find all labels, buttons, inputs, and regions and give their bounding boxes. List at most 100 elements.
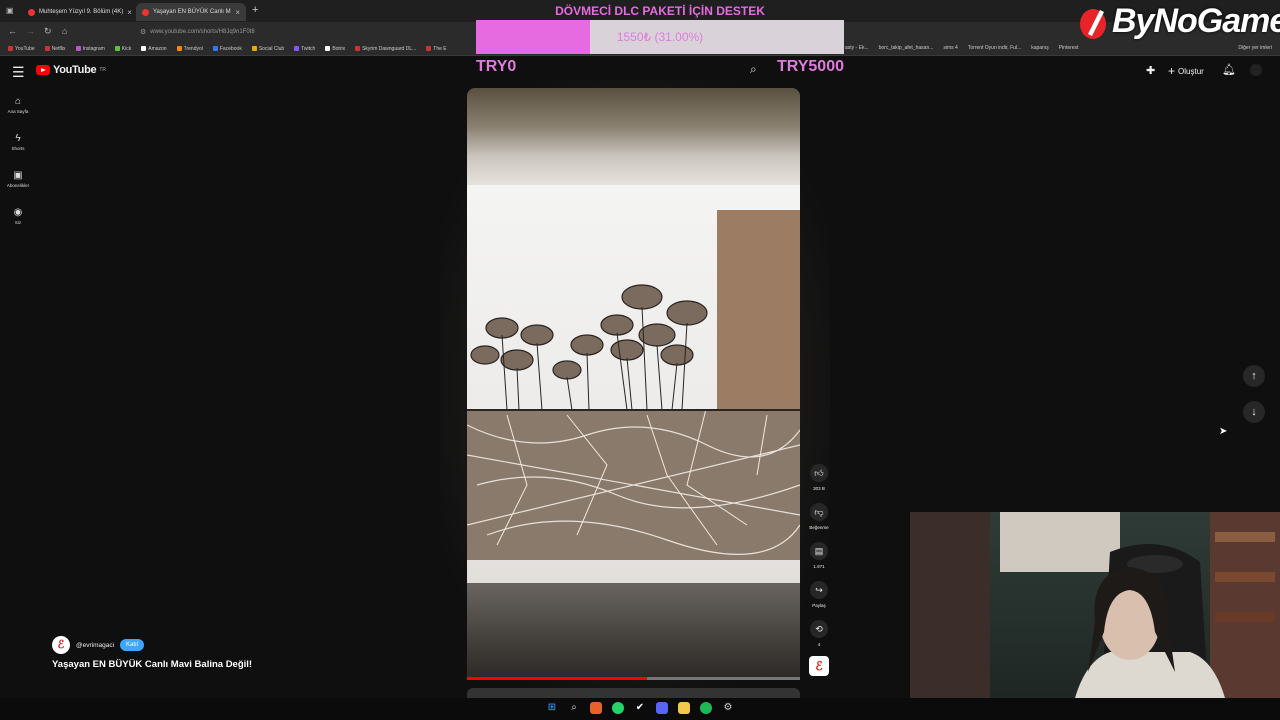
new-tab-icon[interactable]: + bbox=[252, 4, 258, 16]
close-icon[interactable]: × bbox=[127, 8, 132, 17]
sidebar-item-label: Ana Sayfa bbox=[7, 109, 29, 114]
bookmark-item[interactable]: Trendyol bbox=[176, 46, 203, 52]
youtube-logo[interactable]: YouTube TR bbox=[36, 64, 106, 76]
browser-tab-active[interactable]: Yaşayan EN BÜYÜK Canlı M × bbox=[136, 3, 246, 21]
remix-button[interactable]: ⟲ 4 bbox=[808, 620, 830, 647]
video-progress-remaining[interactable] bbox=[646, 677, 800, 680]
back-icon[interactable]: ← bbox=[8, 26, 17, 36]
spotify-icon[interactable] bbox=[700, 702, 712, 714]
menu-icon[interactable]: ☰ bbox=[12, 64, 25, 81]
account-avatar[interactable] bbox=[1250, 64, 1262, 76]
home-icon[interactable]: ⌂ bbox=[62, 26, 67, 36]
bookmark-item[interactable]: YouTube bbox=[8, 46, 35, 52]
sidebar-item-you[interactable]: ◉ Siz bbox=[4, 207, 32, 225]
brand-watermark: ByNoGame bbox=[1078, 2, 1280, 41]
sidebar-item-shorts[interactable]: ϟ Shorts bbox=[4, 133, 32, 151]
bookmark-item[interactable]: Botrix bbox=[325, 46, 345, 52]
bookmark-item[interactable]: sims 4 bbox=[943, 45, 957, 51]
comment-count: 1.971 bbox=[813, 564, 825, 569]
bookmark-item[interactable]: The E bbox=[426, 46, 447, 52]
youtube-favicon-icon bbox=[28, 8, 35, 16]
remix-icon: ⟲ bbox=[810, 620, 828, 638]
brand-logo-icon bbox=[1080, 8, 1106, 39]
forward-icon[interactable]: → bbox=[26, 26, 35, 36]
firefox-icon[interactable] bbox=[590, 702, 602, 714]
join-button[interactable]: Katıl bbox=[120, 639, 145, 651]
bookmark-icon bbox=[8, 46, 13, 51]
bookmark-item[interactable]: borc_takip_afet_hasan... bbox=[879, 45, 934, 51]
youtube-play-icon bbox=[36, 65, 50, 75]
channel-avatar[interactable]: ℰ bbox=[52, 636, 70, 654]
tab-title: Yaşayan EN BÜYÜK Canlı M bbox=[153, 9, 231, 15]
bookmark-icon bbox=[212, 46, 218, 51]
create-button[interactable]: + Oluştur bbox=[1168, 64, 1204, 78]
url-field[interactable]: ⚙ www.youtube.com/shorts/H8Jq9n1F0t8 bbox=[140, 25, 480, 39]
home-icon: ⌂ bbox=[14, 96, 22, 107]
youtube-logo-text: YouTube bbox=[53, 64, 97, 76]
reload-icon[interactable]: ↻ bbox=[44, 26, 52, 37]
whatsapp-icon[interactable] bbox=[612, 702, 624, 714]
comments-button[interactable]: ▤ 1.971 bbox=[808, 542, 830, 569]
video-frame-bottom bbox=[467, 583, 800, 680]
bookmark-item[interactable]: Facebook bbox=[212, 46, 242, 52]
share-icon: ↪ bbox=[810, 581, 828, 599]
close-icon[interactable]: × bbox=[235, 8, 240, 17]
bookmark-icon bbox=[75, 46, 81, 51]
bookmark-icon bbox=[251, 46, 257, 51]
search-icon[interactable]: ⌕ bbox=[568, 702, 580, 714]
settings-gear-icon[interactable]: ⚙ bbox=[722, 702, 734, 714]
short-title[interactable]: Yaşayan EN BÜYÜK Canlı Mavi Balina Değil… bbox=[52, 659, 252, 670]
shorts-video-player[interactable] bbox=[467, 88, 800, 680]
sidebar-item-label: Siz bbox=[14, 220, 22, 225]
bookmark-item[interactable]: kapanış bbox=[1031, 45, 1049, 51]
brand-text: ByNoGame bbox=[1112, 2, 1280, 40]
bookmark-item[interactable]: Kick bbox=[114, 46, 131, 52]
next-short-button[interactable]: ↓ bbox=[1243, 401, 1265, 423]
browser-tab[interactable]: Muhteşem Yüzyıl 9. Bölüm (4K) × bbox=[22, 3, 132, 21]
dislike-button[interactable]: 👎︎ Beğenme bbox=[808, 503, 830, 530]
sidebar-item-subscriptions[interactable]: ▣ Abonelikler bbox=[4, 170, 32, 188]
donation-goal-title: DÖVMECİ DLC PAKETİ İÇİN DESTEK bbox=[555, 4, 765, 18]
search-icon[interactable]: ⌕ bbox=[750, 62, 757, 77]
bookmark-item[interactable]: Skyrim Dawnguard DL... bbox=[355, 46, 416, 52]
bookmark-icon bbox=[426, 46, 432, 51]
bookmark-icon bbox=[44, 46, 50, 51]
bookmark-item[interactable]: Social Club bbox=[251, 46, 284, 52]
channel-name[interactable]: @evrimagaci bbox=[76, 642, 114, 649]
share-label: Paylaş bbox=[812, 603, 826, 608]
thumbs-down-icon: 👎︎ bbox=[810, 503, 828, 521]
sidebar-item-label: Abonelikler bbox=[6, 183, 30, 188]
channel-row: ℰ @evrimagaci Katıl bbox=[52, 636, 145, 654]
bookmark-item[interactable]: Amazon bbox=[141, 46, 167, 52]
bookmark-item[interactable]: Netflix bbox=[44, 46, 66, 52]
share-button[interactable]: ↪ Paylaş bbox=[808, 581, 830, 608]
channel-sound-thumbnail[interactable]: ℰ bbox=[809, 656, 829, 676]
bookmark-item[interactable]: Pinterest bbox=[1059, 45, 1079, 51]
mushroom-mycelium-illustration bbox=[467, 210, 800, 560]
video-progress-bar[interactable] bbox=[467, 677, 647, 680]
bookmark-item[interactable]: Instagram bbox=[75, 46, 105, 52]
like-button[interactable]: 👍︎ 303 B bbox=[808, 464, 830, 491]
tab-actions-icon[interactable]: ▣ bbox=[6, 6, 14, 15]
discord-icon[interactable] bbox=[656, 702, 668, 714]
subscriptions-icon: ▣ bbox=[13, 170, 23, 181]
bookmark-icon bbox=[176, 46, 182, 51]
bookmark-item[interactable]: Twitch bbox=[294, 46, 315, 52]
other-bookmarks[interactable]: Diğer yer imleri bbox=[1238, 45, 1272, 51]
next-short-preview[interactable] bbox=[467, 688, 800, 698]
bookmark-item[interactable]: asty - Ek... bbox=[845, 45, 869, 51]
site-info-icon[interactable]: ⚙ bbox=[140, 28, 146, 36]
create-label: Oluştur bbox=[1178, 66, 1204, 76]
mouse-cursor-icon: ➤ bbox=[1219, 426, 1228, 437]
previous-short-button[interactable]: ↑ bbox=[1243, 365, 1265, 387]
bookmark-icon bbox=[114, 46, 120, 51]
tab-title: Muhteşem Yüzyıl 9. Bölüm (4K) bbox=[39, 9, 124, 15]
sidebar-item-home[interactable]: ⌂ Ana Sayfa bbox=[4, 96, 32, 114]
bookmark-item[interactable]: Torrent Oyun indir, Ful... bbox=[968, 45, 1021, 51]
windows-start-icon[interactable]: ⊞ bbox=[546, 702, 558, 714]
tasks-icon[interactable]: ✔ bbox=[634, 702, 646, 714]
notifications-bell-icon[interactable]: 🔔︎ bbox=[1222, 63, 1236, 76]
file-explorer-icon[interactable] bbox=[678, 702, 690, 714]
create-video-icon[interactable]: ✚ bbox=[1146, 64, 1155, 77]
bookmark-icon bbox=[294, 46, 300, 51]
